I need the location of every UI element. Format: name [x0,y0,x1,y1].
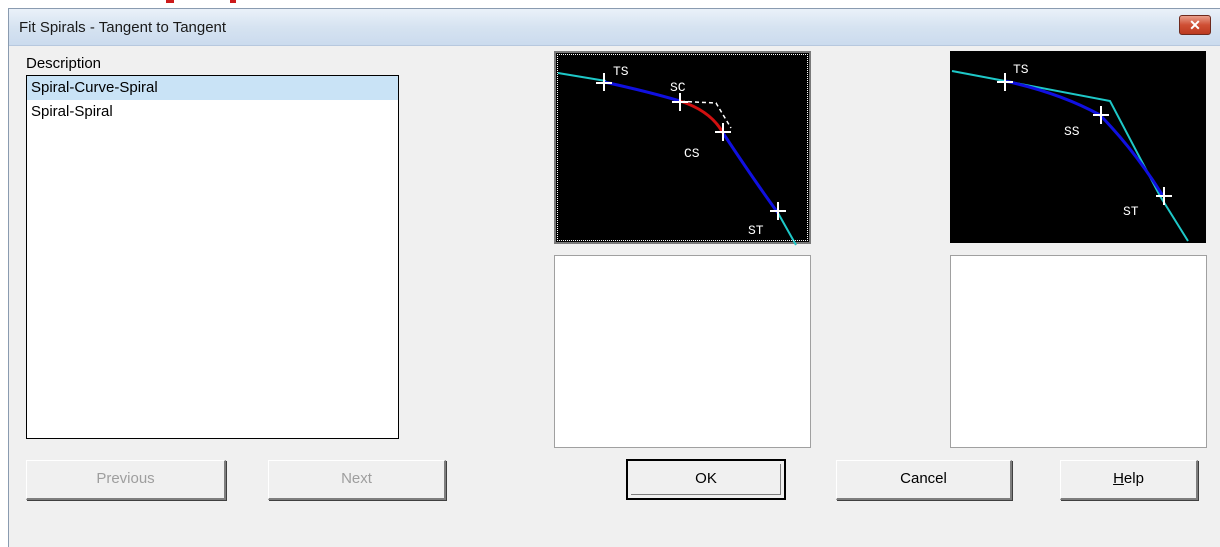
curve-segment [679,99,725,134]
label-ts: TS [613,64,629,79]
list-item-spiral-spiral[interactable]: Spiral-Spiral [27,100,398,124]
label-ts: TS [1013,62,1029,77]
label-st: ST [748,223,764,238]
marker-cs [715,123,731,141]
marker-st [770,202,786,220]
window-title: Fit Spirals - Tangent to Tangent [19,19,227,36]
marker-ts [596,73,612,91]
tangent-line [557,72,607,82]
marker-ts [997,73,1013,91]
description-listbox[interactable]: Spiral-Curve-Spiral Spiral-Spiral [26,75,399,439]
previous-button[interactable]: Previous [26,460,226,500]
spiral-segment [603,80,681,103]
help-label: elp [1123,470,1144,487]
close-icon: ✕ [1189,17,1201,33]
dialog-window: Fit Spirals - Tangent to Tangent ✕ Descr… [8,8,1220,547]
red-mark [166,0,174,3]
help-mnemonic: H [1113,470,1124,487]
cancel-button[interactable]: Cancel [836,460,1012,500]
label-st: ST [1123,204,1139,219]
preview-empty-right [950,255,1207,448]
label-cs: CS [684,146,700,161]
preview-spiral-curve-spiral[interactable]: TS SC CS ST [554,51,811,246]
spiral-segment [1098,113,1165,197]
spiral-segment [721,132,780,214]
tangent-extension [673,100,732,129]
help-button[interactable]: Help [1060,460,1198,500]
ok-button[interactable]: OK [626,459,786,500]
marker-sc [672,93,688,111]
next-button[interactable]: Next [268,460,446,500]
preview-empty-left [554,255,811,448]
description-label: Description [26,55,102,72]
preview-spiral-spiral[interactable]: TS SS ST [950,51,1206,243]
close-button[interactable]: ✕ [1179,15,1211,35]
red-mark [230,0,236,3]
title-bar: Fit Spirals - Tangent to Tangent ✕ [9,9,1220,46]
label-sc: SC [670,80,686,95]
label-ss: SS [1064,124,1080,139]
tangent-line [951,70,1189,242]
spiral-segment [1004,79,1101,117]
list-item-spiral-curve-spiral[interactable]: Spiral-Curve-Spiral [27,76,398,100]
tangent-line [777,212,797,246]
